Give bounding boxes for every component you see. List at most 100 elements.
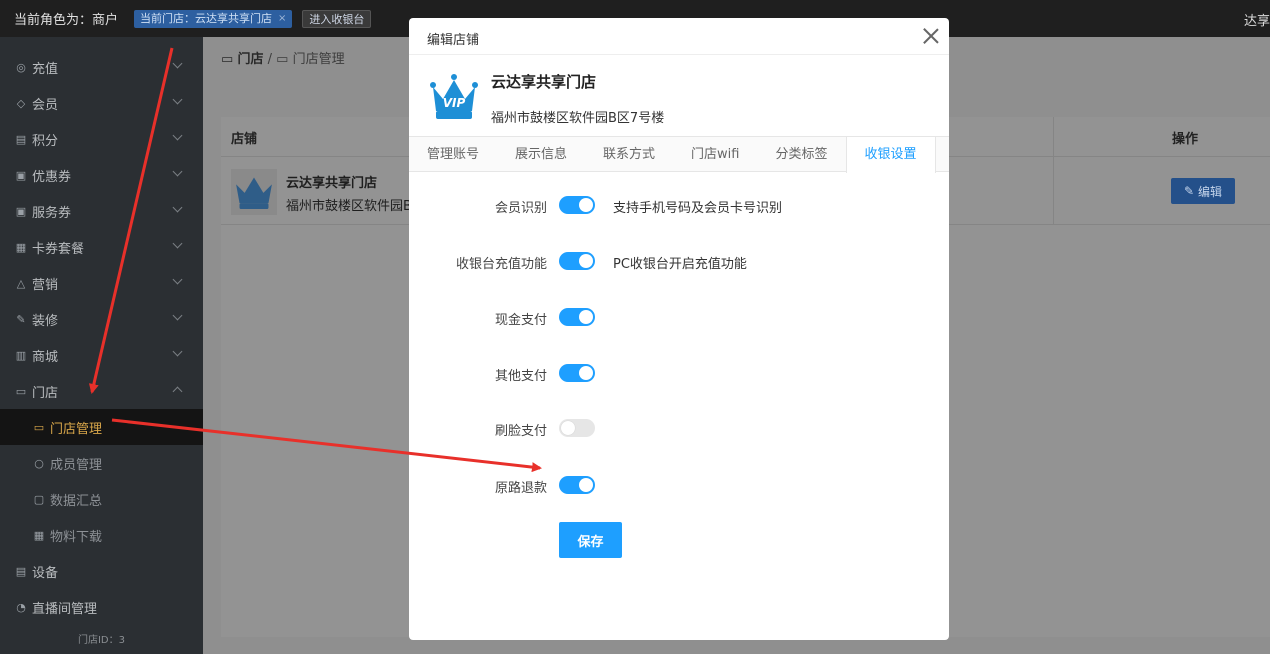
store-manage-icon: ▭ — [33, 420, 45, 434]
sidebar-item-label: 营销 — [32, 277, 59, 293]
face-payment-toggle[interactable] — [559, 419, 595, 437]
tab-store-wifi[interactable]: 门店wifi — [673, 137, 757, 172]
logo-text: VIP — [443, 96, 466, 110]
sidebar-item-label: 数据汇总 — [50, 493, 103, 509]
sidebar-item-label: 装修 — [32, 313, 59, 329]
breadcrumb-root[interactable]: 门店 — [237, 52, 263, 67]
setting-row-original-refund: 原路退款 — [409, 474, 949, 498]
sidebar-item-decorate[interactable]: ✎ 装修 — [0, 301, 203, 337]
store-icon: ▭ — [276, 52, 289, 67]
sidebar-item-coupon[interactable]: ▣ 优惠券 — [0, 157, 203, 193]
breadcrumb: ▭ 门店 / ▭ 门店管理 — [221, 48, 345, 67]
card-package-icon: ▦ — [15, 240, 27, 254]
sidebar-item-store[interactable]: ▭ 门店 — [0, 373, 203, 409]
data-icon: ▢ — [33, 492, 45, 506]
sidebar-item-label: 门店管理 — [50, 421, 103, 437]
column-header-store: 店铺 — [231, 132, 258, 147]
edit-store-button[interactable]: ✎ 编辑 — [1171, 178, 1235, 204]
cash-payment-toggle[interactable] — [559, 308, 595, 326]
chevron-down-icon — [172, 202, 183, 213]
sidebar-item-card-package[interactable]: ▦ 卡券套餐 — [0, 229, 203, 265]
sidebar-item-points[interactable]: ▤ 积分 — [0, 121, 203, 157]
sidebar-subitem-material-download[interactable]: ▦ 物料下载 — [0, 517, 203, 553]
sidebar-item-label: 直播间管理 — [32, 601, 98, 617]
edit-button-label: 编辑 — [1198, 184, 1223, 199]
user-icon: ○ — [34, 456, 44, 470]
store-name: 云达享共享门店 — [286, 176, 378, 191]
setting-row-cashier-recharge: 收银台充值功能 PC收银台开启充值功能 — [409, 250, 949, 274]
store-info: VIP 云达享共享门店 福州市鼓楼区软件园B区7号楼 — [409, 55, 949, 136]
sidebar-item-member[interactable]: ◇ 会员 — [0, 85, 203, 121]
recharge-icon: ◎ — [16, 60, 26, 74]
breadcrumb-current: 门店管理 — [292, 52, 345, 67]
store-name: 云达享共享门店 — [491, 73, 597, 91]
setting-label: 其他支付 — [494, 369, 547, 384]
pencil-icon: ✎ — [1183, 184, 1195, 198]
coupon-icon: ▣ — [15, 168, 27, 182]
setting-label: 会员识别 — [494, 201, 547, 216]
save-button[interactable]: 保存 — [559, 522, 622, 558]
column-header-action: 操作 — [1171, 132, 1198, 147]
points-icon: ▤ — [15, 132, 27, 146]
sidebar-item-label: 会员 — [32, 97, 59, 113]
setting-hint: 支持手机号码及会员卡号识别 — [613, 201, 783, 216]
original-refund-toggle[interactable] — [559, 476, 595, 494]
store-tag-close-icon[interactable]: × — [278, 10, 286, 28]
sidebar-item-label: 卡券套餐 — [32, 241, 85, 257]
current-role: 当前角色为：商户 — [14, 13, 119, 28]
tab-display-info[interactable]: 展示信息 — [497, 137, 585, 172]
sidebar-subitem-store-manage[interactable]: ▭ 门店管理 — [0, 409, 203, 445]
member-recognition-toggle[interactable] — [559, 196, 595, 214]
service-voucher-icon: ▣ — [15, 204, 27, 218]
dialog-title: 编辑店铺 — [427, 33, 480, 48]
setting-label: 刷脸支付 — [494, 424, 547, 439]
store-icon: ▭ — [15, 384, 27, 398]
tab-manage-account[interactable]: 管理账号 — [409, 137, 497, 172]
decorate-icon: ✎ — [16, 312, 26, 326]
dialog-tabs: 管理账号 展示信息 联系方式 门店wifi 分类标签 收银设置 — [409, 136, 949, 173]
vip-crown-logo — [231, 169, 277, 215]
sidebar-item-label: 商城 — [32, 349, 59, 365]
enter-cashier-button[interactable]: 进入收银台 — [302, 9, 372, 28]
sidebar-subitem-member-manage[interactable]: ○ 成员管理 — [0, 445, 203, 481]
sidebar-item-recharge[interactable]: ◎ 充值 — [0, 49, 203, 85]
setting-row-cash-payment: 现金支付 — [409, 306, 949, 330]
chevron-down-icon — [172, 238, 183, 249]
setting-row-face-payment: 刷脸支付 — [409, 417, 949, 441]
printer-icon: ▤ — [15, 564, 27, 578]
dialog-header: 编辑店铺 — [409, 18, 949, 55]
sidebar-item-label: 成员管理 — [50, 457, 103, 473]
chevron-up-icon — [172, 386, 183, 397]
sidebar-item-label: 优惠券 — [32, 169, 72, 185]
sidebar-item-service-voucher[interactable]: ▣ 服务券 — [0, 193, 203, 229]
store-id: 门店ID：3 — [77, 635, 125, 646]
mall-icon: ▥ — [15, 348, 27, 362]
user-name[interactable]: 达享 — [1244, 10, 1270, 29]
current-store-tag[interactable]: 当前门店：云达享共享门店 × — [134, 9, 293, 28]
sidebar-subitem-data-summary[interactable]: ▢ 数据汇总 — [0, 481, 203, 517]
sidebar-item-live[interactable]: ◔ 直播间管理 — [0, 589, 203, 625]
store-address: 福州市鼓楼区软件园B — [286, 199, 412, 214]
marketing-icon: △ — [16, 276, 26, 290]
tab-cashier-settings[interactable]: 收银设置 — [845, 137, 936, 173]
other-payment-toggle[interactable] — [559, 364, 595, 382]
current-store-label: 当前门店：云达享共享门店 — [140, 11, 273, 25]
sidebar-item-marketing[interactable]: △ 营销 — [0, 265, 203, 301]
sidebar-item-mall[interactable]: ▥ 商城 — [0, 337, 203, 373]
chevron-down-icon — [172, 274, 183, 285]
chevron-down-icon — [172, 58, 183, 69]
sidebar-item-label: 服务券 — [32, 205, 72, 221]
setting-label: 收银台充值功能 — [455, 257, 547, 272]
sidebar-item-label: 门店 — [32, 385, 59, 401]
cashier-recharge-toggle[interactable] — [559, 252, 595, 270]
chevron-down-icon — [172, 166, 183, 177]
sidebar-item-device[interactable]: ▤ 设备 — [0, 553, 203, 589]
close-icon[interactable] — [921, 26, 941, 46]
vip-crown-logo: VIP — [427, 69, 481, 123]
chevron-down-icon — [172, 310, 183, 321]
download-icon: ▦ — [33, 528, 45, 542]
setting-row-other-payment: 其他支付 — [409, 362, 949, 386]
tab-category-tags[interactable]: 分类标签 — [757, 137, 845, 172]
breadcrumb-separator: / — [267, 52, 272, 67]
tab-contact[interactable]: 联系方式 — [585, 137, 673, 172]
